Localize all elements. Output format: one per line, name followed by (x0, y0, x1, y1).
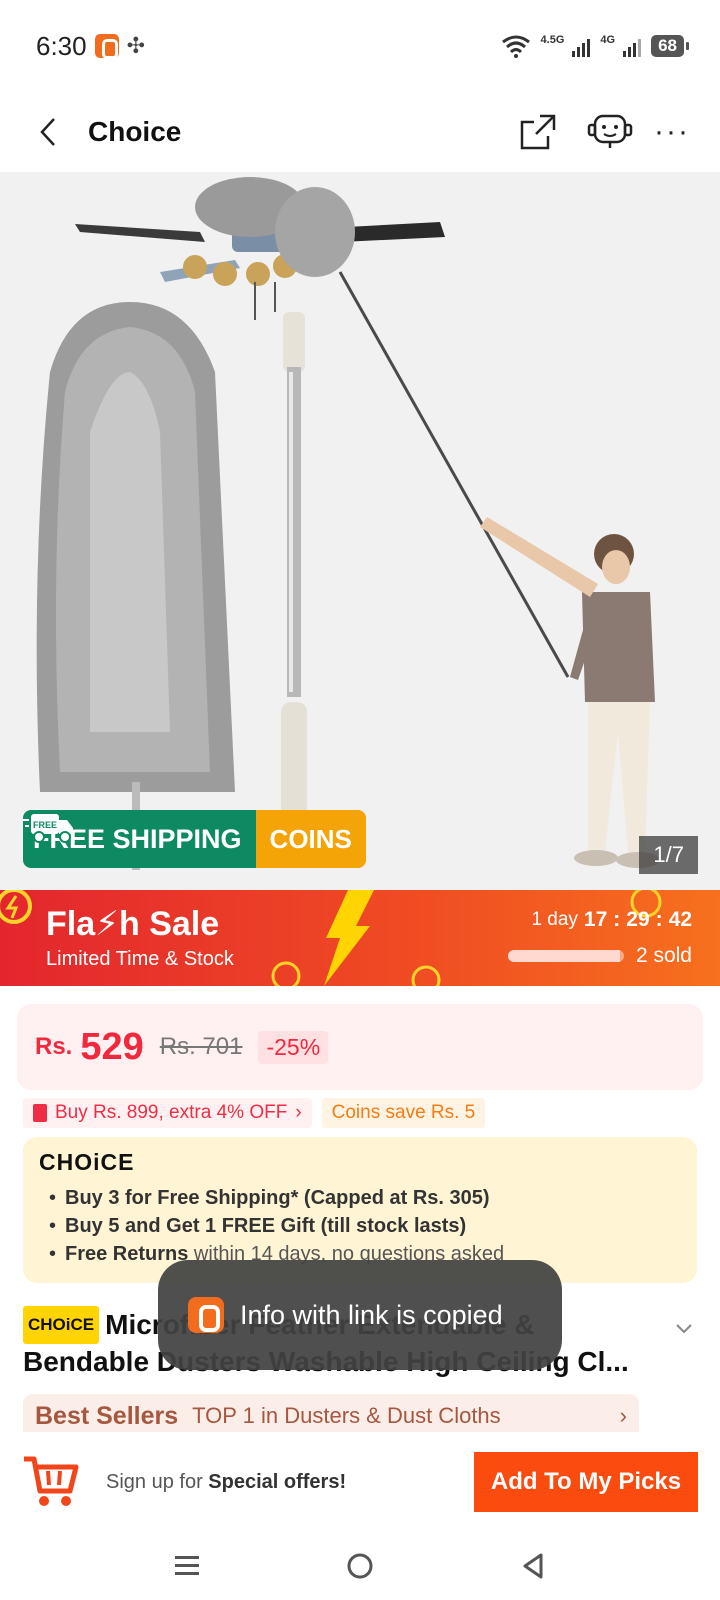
top-header: Choice ··· (0, 92, 720, 172)
status-right: 4.5G 4G 68 (501, 34, 689, 58)
chevron-right-icon: › (619, 1403, 627, 1428)
flash-sale-title: Fla⚡h Sale (46, 905, 220, 943)
choice-tag: CHOiCE (23, 1306, 100, 1344)
recent-apps-icon[interactable] (167, 1546, 207, 1586)
add-to-picks-button[interactable]: Add To My Picks (474, 1452, 698, 1512)
signup-prompt[interactable]: Sign up for Special offers! (106, 1471, 474, 1494)
discount-badge: -25% (258, 1030, 329, 1064)
back-nav-icon[interactable] (513, 1546, 553, 1586)
system-nav-bar (0, 1532, 720, 1600)
toast-message: Info with link is copied (240, 1299, 503, 1330)
signal-icon-1 (572, 35, 591, 57)
flash-sale-banner: Fla⚡h Sale Limited Time & Stock 1 day 17… (0, 890, 720, 986)
countdown-days: 1 day (531, 909, 578, 930)
network-label-2: 4G (600, 34, 616, 46)
price-currency: Rs. (35, 1033, 73, 1060)
free-shipping-coins-badge: FREE FREE SHIPPING COINS (23, 810, 366, 868)
sold-count: 2 sold (635, 944, 692, 967)
price-box: Rs. 529 Rs. 701 -25% (17, 1004, 703, 1090)
network-label-1: 4.5G (540, 34, 565, 46)
coins-label: COINS (255, 810, 366, 868)
app-notification-icon (94, 34, 119, 59)
alarm-clock-icon-small (411, 965, 441, 986)
chevron-right-icon: › (295, 1102, 302, 1123)
alarm-clock-icon-small (271, 961, 301, 986)
current-price: 529 (80, 1025, 144, 1068)
duster-head-illustration (36, 302, 235, 870)
delivery-truck-icon: FREE (23, 814, 73, 843)
more-options-icon[interactable]: ··· (654, 115, 690, 149)
app-logo-icon (188, 1297, 224, 1333)
signal-icon-2 (623, 35, 642, 57)
choice-benefit-item: Buy 5 and Get 1 FREE Gift (till stock la… (39, 1212, 681, 1240)
status-time: 6:30 (36, 30, 87, 61)
original-price: Rs. 701 (159, 1033, 243, 1060)
shopping-cart-icon[interactable] (22, 1453, 80, 1511)
best-sellers-title: Best Sellers (35, 1401, 179, 1430)
countdown-seconds: 42 (668, 908, 692, 931)
product-image-carousel[interactable]: FREE FREE SHIPPING COINS 1/7 (0, 172, 720, 890)
image-page-counter: 1/7 (639, 836, 698, 874)
signup-bold: Special offers! (208, 1470, 347, 1493)
signup-prefix: Sign up for (106, 1470, 209, 1493)
sold-progress-fill (507, 950, 621, 962)
status-bar: 6:30 ✣ 4.5G 4G 68 (0, 0, 720, 92)
flash-sale-subtitle: Limited Time & Stock (46, 948, 234, 970)
share-icon[interactable] (514, 108, 562, 156)
alarm-clock-icon (0, 890, 32, 924)
pinwheel-icon: ✣ (126, 33, 146, 58)
link-copied-toast: Info with link is copied (158, 1260, 562, 1370)
back-icon[interactable] (30, 114, 66, 150)
countdown-separator: : (655, 908, 663, 931)
countdown-minutes: 29 (626, 908, 650, 931)
customer-service-icon[interactable] (586, 108, 634, 156)
sold-progress-bar (507, 950, 624, 962)
page-title: Choice (88, 116, 182, 147)
chevron-down-icon[interactable] (674, 1322, 694, 1341)
wifi-icon (501, 35, 530, 58)
status-left: 6:30 ✣ (36, 31, 145, 62)
flash-countdown: 1 day 17 : 29 : 42 (531, 908, 692, 932)
choice-logo: CHOiCE (39, 1149, 135, 1175)
bottom-action-bar: Sign up for Special offers! Add To My Pi… (0, 1432, 720, 1532)
promo-row: Buy Rs. 899, extra 4% OFF › Coins save R… (23, 1098, 486, 1128)
buy-offer-text: Buy Rs. 899, extra 4% OFF (55, 1102, 288, 1123)
truck-free-text: FREE (33, 820, 57, 830)
product-photo (0, 172, 720, 890)
buy-offer-chip[interactable]: Buy Rs. 899, extra 4% OFF › (23, 1098, 312, 1128)
lightning-bolt-icon (324, 890, 374, 986)
choice-benefits-list: Buy 3 for Free Shipping* (Capped at Rs. … (39, 1184, 681, 1268)
countdown-hours: 17 (583, 908, 608, 931)
coupon-icon (33, 1104, 47, 1122)
best-sellers-rank: TOP 1 in Dusters & Dust Cloths (192, 1403, 501, 1428)
free-shipping-label: FREE FREE SHIPPING (23, 810, 256, 868)
countdown-separator: : (613, 908, 621, 931)
sold-progress-row: 2 sold (507, 944, 692, 968)
coins-save-chip[interactable]: Coins save Rs. 5 (321, 1098, 486, 1128)
choice-benefit-item: Buy 3 for Free Shipping* (Capped at Rs. … (39, 1184, 681, 1212)
home-icon[interactable] (340, 1546, 380, 1586)
battery-indicator: 68 (651, 35, 689, 57)
